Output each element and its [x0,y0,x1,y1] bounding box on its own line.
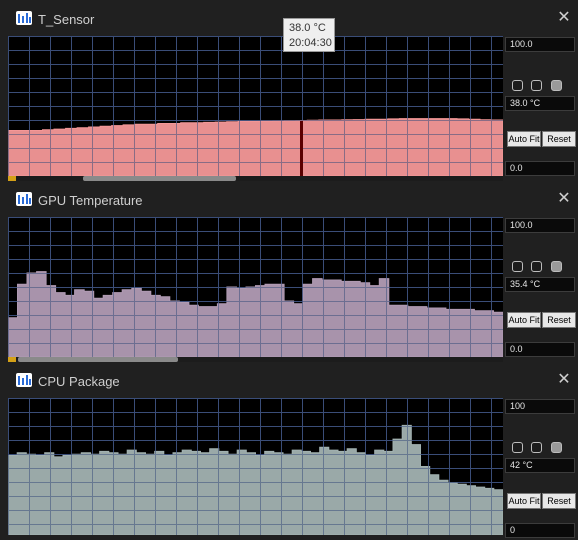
graph-canvas [8,36,503,176]
close-icon[interactable]: ✕ [556,372,572,388]
panel-titlebar[interactable]: CPU Package ✕ [0,362,578,398]
radio-option-1[interactable] [512,442,523,453]
graph-panel-cpu-package: CPU Package ✕ 100 42 °C Auto Fit Reset 0 [0,362,578,540]
graph-plot[interactable] [8,217,503,357]
max-value-field[interactable]: 100.0 [505,218,575,233]
auto-fit-button[interactable]: Auto Fit [507,493,541,509]
close-icon[interactable]: ✕ [556,191,572,207]
hover-cursor-marker [300,121,303,176]
sensor-graph-icon [16,373,32,387]
reset-button[interactable]: Reset [542,312,576,328]
tooltip-value: 38.0 °C [289,22,326,34]
sensor-graph-icon [16,11,32,25]
radio-option-2[interactable] [531,261,542,272]
current-value-field: 38.0 °C [505,96,575,111]
radio-option-3[interactable] [551,80,562,91]
panel-title: GPU Temperature [38,193,143,208]
radio-option-2[interactable] [531,442,542,453]
radio-option-2[interactable] [531,80,542,91]
min-value-field[interactable]: 0 [505,523,575,538]
min-value-field[interactable]: 0.0 [505,342,575,357]
max-value-field[interactable]: 100 [505,399,575,414]
panel-titlebar[interactable]: GPU Temperature ✕ [0,181,578,217]
auto-fit-button[interactable]: Auto Fit [507,312,541,328]
panel-title: CPU Package [38,374,120,389]
sensor-graph-icon [16,192,32,206]
radio-option-1[interactable] [512,80,523,91]
min-value-field[interactable]: 0.0 [505,161,575,176]
radio-option-3[interactable] [551,261,562,272]
close-icon[interactable]: ✕ [556,10,572,26]
graph-panel-gpu-temperature: GPU Temperature ✕ 100.0 35.4 °C Auto Fit… [0,181,578,362]
reset-button[interactable]: Reset [542,493,576,509]
graph-plot[interactable] [8,398,503,535]
auto-fit-button[interactable]: Auto Fit [507,131,541,147]
graph-canvas [8,217,503,357]
graph-plot[interactable] [8,36,503,176]
current-value-field: 42 °C [505,458,575,473]
radio-option-1[interactable] [512,261,523,272]
reset-button[interactable]: Reset [542,131,576,147]
current-value-field: 35.4 °C [505,277,575,292]
tooltip-time: 20:04:30 [289,37,332,49]
hover-tooltip: 38.0 °C 20:04:30 [283,18,335,52]
graph-canvas [8,398,503,535]
panel-title: T_Sensor [38,12,95,27]
max-value-field[interactable]: 100.0 [505,37,575,52]
radio-option-3[interactable] [551,442,562,453]
